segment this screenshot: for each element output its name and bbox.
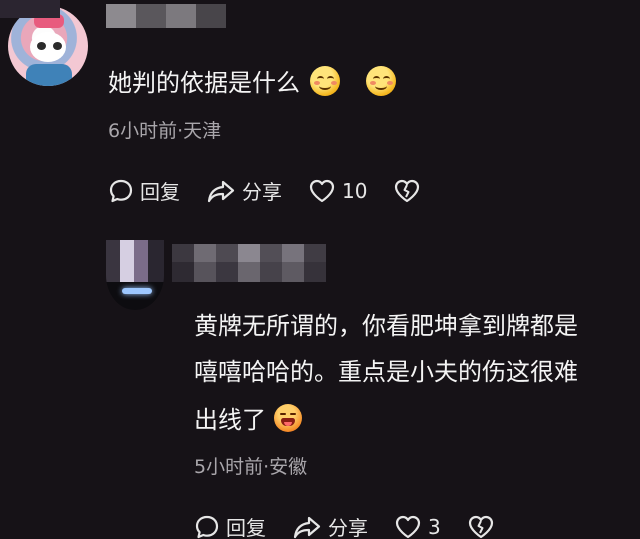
comments-page: 她判的依据是什么 6小时前·天津 回复 分享 10 黄牌无所谓的，你看肥坤拿到牌…: [0, 0, 640, 539]
share-button[interactable]: 分享: [206, 176, 282, 205]
reply-comment-actions: 回复 分享 3: [194, 512, 521, 539]
user-avatar[interactable]: [8, 6, 88, 86]
reply-time-location: 5小时前·安徽: [194, 456, 308, 478]
comment-body: 她判的依据是什么: [108, 69, 300, 97]
broken-heart-icon: [468, 515, 493, 538]
avatar-body: [26, 64, 72, 86]
like-button[interactable]: 3: [394, 514, 441, 539]
time-location: 6小时前·天津: [108, 120, 222, 142]
dislike-button[interactable]: [393, 178, 421, 204]
like-count: 10: [342, 178, 368, 203]
grinning-face-icon: [366, 66, 396, 96]
reply-label: 回复: [140, 180, 180, 204]
share-label: 分享: [328, 516, 368, 539]
reply-comment-line-3-text: 出线了: [194, 406, 266, 434]
broken-heart-icon: [395, 179, 420, 202]
share-button[interactable]: 分享: [292, 512, 368, 539]
blurred-corner: [0, 0, 60, 18]
hot-face-icon: [274, 404, 302, 432]
reply-button[interactable]: 回复: [194, 512, 266, 539]
share-icon: [207, 180, 235, 202]
like-count: 3: [428, 514, 441, 539]
reply-comment-line-2: 嘻嘻哈哈的。重点是小夫的伤这很难: [194, 358, 578, 386]
comment-actions: 回复 分享 10: [108, 176, 447, 205]
share-label: 分享: [242, 180, 282, 204]
reply-button[interactable]: 回复: [108, 176, 180, 205]
heart-icon: [395, 515, 421, 538]
reply-username-blurred-row2: [172, 262, 326, 282]
username-blurred[interactable]: [106, 4, 226, 28]
comment-text: 她判的依据是什么: [108, 66, 396, 98]
reply-comment-line-3: 出线了: [194, 404, 302, 435]
reply-user-avatar[interactable]: [106, 240, 164, 310]
reply-comment-line-1: 黄牌无所谓的，你看肥坤拿到牌都是: [194, 312, 578, 340]
reply-icon: [109, 179, 133, 202]
share-icon: [293, 516, 321, 538]
grinning-face-icon: [310, 66, 340, 96]
heart-icon: [309, 179, 335, 202]
reply-label: 回复: [226, 516, 266, 539]
dislike-button[interactable]: [467, 514, 495, 539]
reply-icon: [195, 515, 219, 538]
like-button[interactable]: 10: [308, 178, 367, 204]
